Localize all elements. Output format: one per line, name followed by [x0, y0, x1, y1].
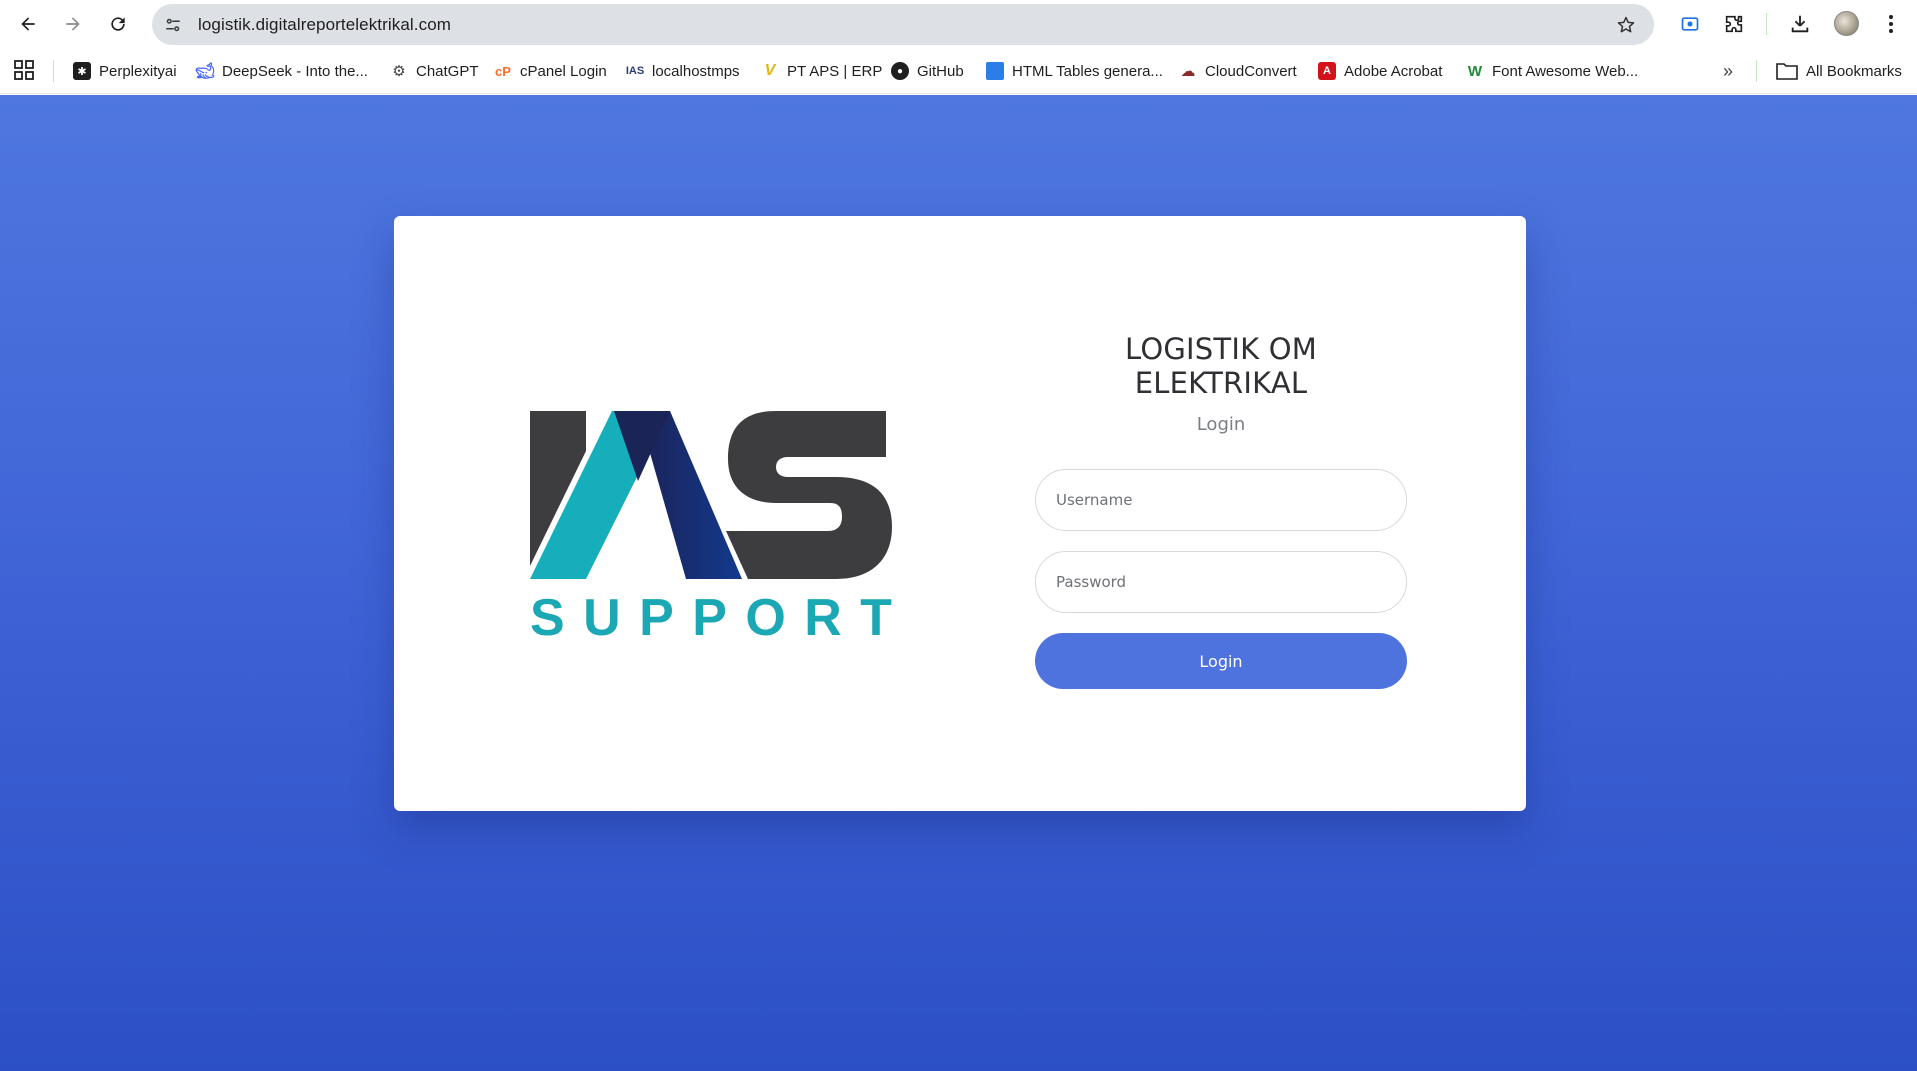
logo-letter: P — [639, 589, 674, 647]
acrobat-icon: A — [1318, 62, 1336, 80]
bookmark-localhostmps[interactable]: IAS localhostmps — [626, 59, 740, 83]
bookmark-label: DeepSeek - Into the... — [222, 62, 368, 80]
extensions-icon[interactable] — [1720, 10, 1748, 38]
password-input[interactable] — [1035, 551, 1407, 613]
github-icon: ● — [891, 62, 909, 80]
toolbar-divider — [1766, 13, 1767, 35]
bookmarks-divider — [1756, 60, 1757, 82]
arrow-right-icon — [66, 17, 80, 31]
bookmark-perplexity[interactable]: ✱ Perplexityai — [73, 59, 177, 83]
bookmarks-divider — [53, 60, 54, 82]
bookmark-pt-aps[interactable]: V PT APS | ERP — [761, 59, 883, 83]
bookmark-label: ChatGPT — [416, 62, 479, 80]
menu-kebab-icon[interactable] — [1877, 10, 1905, 38]
apps-grid-icon[interactable] — [14, 60, 34, 80]
bookmark-cpanel[interactable]: cP cPanel Login — [494, 59, 607, 83]
cloud-icon: ☁ — [1180, 63, 1196, 80]
folder-icon — [1776, 63, 1798, 80]
deepseek-icon: 🐋︎ — [194, 63, 216, 80]
page-title: LOGISTIK OM ELEKTRIKAL — [1125, 332, 1317, 400]
more-bookmarks-chevron-icon[interactable]: » — [1716, 59, 1740, 83]
bookmark-label: Perplexityai — [99, 62, 177, 80]
fontawesome-icon: W — [1467, 62, 1483, 80]
url-text[interactable]: logistik.digitalreportelektrikal.com — [198, 15, 451, 35]
bookmark-label: cPanel Login — [520, 62, 607, 80]
perplexity-icon: ✱ — [73, 62, 91, 80]
bookmark-label: HTML Tables genera... — [1012, 62, 1163, 80]
table-icon — [986, 62, 1004, 80]
bookmark-label: PT APS | ERP — [787, 62, 883, 80]
login-form: LOGISTIK OM ELEKTRIKAL Login Login — [1035, 332, 1407, 689]
screencast-icon[interactable] — [1676, 10, 1704, 38]
aps-icon: V — [764, 62, 776, 79]
logo-support-text: S U P P O R T — [530, 588, 892, 648]
bookmark-label: localhostmps — [652, 62, 740, 80]
bookmark-deepseek[interactable]: 🐋︎ DeepSeek - Into the... — [194, 59, 368, 83]
logo-letter: O — [745, 589, 786, 647]
download-icon[interactable] — [1786, 10, 1814, 38]
bookmarks-bar: ✱ Perplexityai 🐋︎ DeepSeek - Into the...… — [0, 48, 1917, 94]
ias-icon: IAS — [625, 65, 645, 77]
bookmark-adobe-acrobat[interactable]: A Adobe Acrobat — [1318, 59, 1442, 83]
login-button[interactable]: Login — [1035, 633, 1407, 689]
bookmark-html-tables[interactable]: HTML Tables genera... — [986, 59, 1163, 83]
arrow-left-icon — [21, 17, 35, 31]
bookmark-label: GitHub — [917, 62, 964, 80]
logo-letter: S — [530, 589, 565, 647]
chatgpt-icon: ⚙ — [392, 63, 406, 80]
bookmark-chatgpt[interactable]: ⚙ ChatGPT — [390, 59, 479, 83]
address-bar[interactable]: logistik.digitalreportelektrikal.com — [152, 4, 1654, 45]
logo-letter: R — [804, 589, 842, 647]
login-subtitle: Login — [1196, 414, 1246, 435]
logo-letter: T — [860, 589, 892, 647]
bookmark-star-icon[interactable] — [1614, 13, 1638, 37]
logo-letter: P — [692, 589, 727, 647]
bookmark-label: Adobe Acrobat — [1344, 62, 1443, 80]
cpanel-icon: cP — [495, 63, 511, 79]
all-bookmarks-label: All Bookmarks — [1806, 62, 1902, 80]
bookmark-github[interactable]: ● GitHub — [891, 59, 964, 83]
bookmark-cloudconvert[interactable]: ☁ CloudConvert — [1179, 59, 1297, 83]
username-input[interactable] — [1035, 469, 1407, 531]
all-bookmarks-button[interactable]: All Bookmarks — [1776, 59, 1902, 83]
bookmark-label: Font Awesome Web... — [1492, 62, 1639, 80]
back-button[interactable] — [12, 8, 44, 40]
reload-icon — [111, 17, 125, 31]
bookmark-label: CloudConvert — [1205, 62, 1297, 80]
forward-button[interactable] — [57, 8, 89, 40]
logo-letter: U — [583, 589, 621, 647]
bookmark-font-awesome[interactable]: W Font Awesome Web... — [1466, 59, 1638, 83]
browser-toolbar: logistik.digitalreportelektrikal.com — [0, 0, 1917, 48]
login-card: S U P P O R T LOGISTIK OM ELEKTRIKAL Log… — [394, 216, 1526, 811]
login-page-background: S U P P O R T LOGISTIK OM ELEKTRIKAL Log… — [0, 95, 1917, 1071]
site-info-icon[interactable] — [160, 12, 186, 38]
reload-button[interactable] — [102, 8, 134, 40]
profile-avatar[interactable] — [1834, 11, 1859, 36]
